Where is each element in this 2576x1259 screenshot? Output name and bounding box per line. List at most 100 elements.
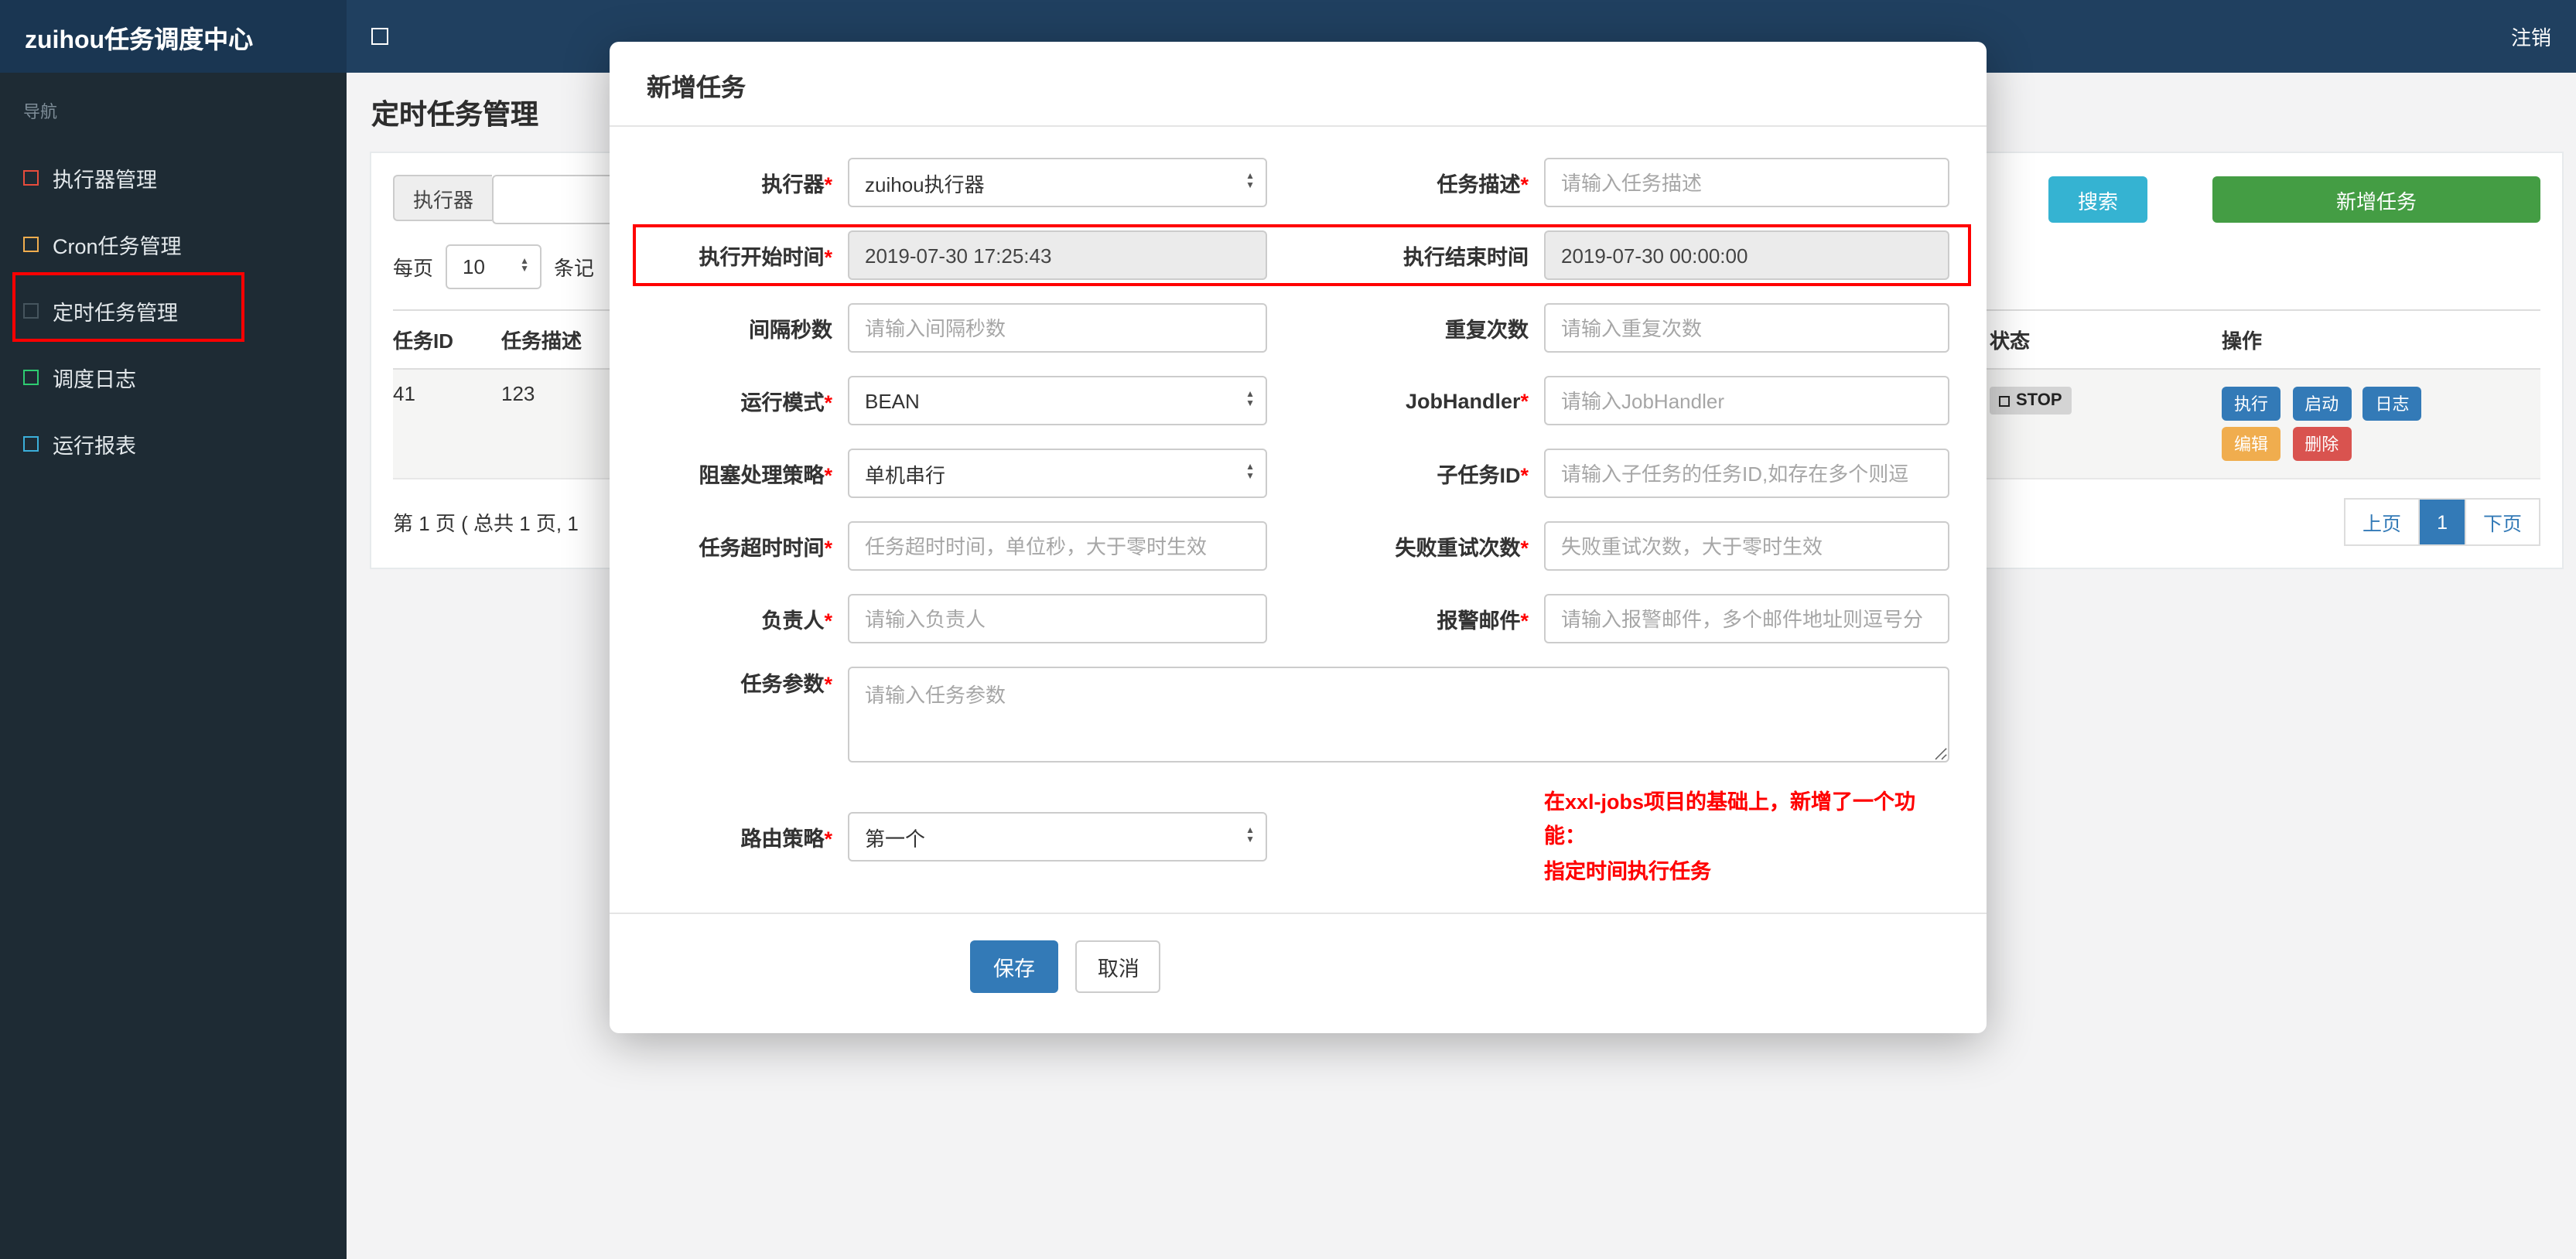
- cell-job-id: 41: [393, 382, 415, 405]
- sidebar-item-cron-jobs[interactable]: Cron任务管理: [0, 210, 347, 277]
- timeout-input[interactable]: [848, 521, 1267, 571]
- form-row: 间隔秒数 重复次数: [647, 303, 1949, 353]
- form-row: 执行器* zuihou执行器 ▲ ▼ 任务描述*: [647, 158, 1949, 207]
- select-arrows-icon: ▲▼: [1245, 827, 1255, 845]
- required-mark: *: [824, 537, 832, 560]
- run-mode-select[interactable]: BEAN ▲ ▼: [848, 376, 1267, 425]
- sidebar: 导航 执行器管理 Cron任务管理 定时任务管理 调度日志 运行报表: [0, 73, 347, 1259]
- modal-body: 执行器* zuihou执行器 ▲▼ 任务描述* 执行: [610, 127, 1987, 889]
- required-mark: *: [824, 464, 832, 487]
- run-mode-select-value: BEAN: [865, 389, 920, 412]
- alarm-email-label: 报警邮件*: [1437, 609, 1529, 633]
- job-param-textarea[interactable]: [848, 667, 1949, 763]
- search-button[interactable]: 搜索: [2048, 176, 2147, 223]
- job-desc-label: 任务描述*: [1437, 173, 1529, 196]
- square-icon: [23, 169, 39, 185]
- op-delete-button[interactable]: 删除: [2292, 427, 2352, 461]
- select-arrows-icon: ▲▼: [520, 257, 530, 275]
- add-job-modal: 新增任务 执行器* zuihou执行器 ▲ ▼ 任务描述* 请输入任务描述 执行…: [610, 42, 1987, 1033]
- per-page-select[interactable]: 10 ▲ ▼: [446, 244, 542, 289]
- block-strategy-select[interactable]: 单机串行 ▲ ▼: [848, 449, 1267, 498]
- required-mark: *: [824, 246, 832, 269]
- op-run-button[interactable]: 执行: [2222, 387, 2280, 421]
- save-button[interactable]: 保存: [970, 940, 1058, 993]
- brand-title: zuihou任务调度中心: [0, 0, 347, 73]
- required-mark: *: [824, 673, 832, 696]
- block-strategy-label: 阻塞处理策略*: [699, 464, 832, 487]
- fail-retry-label: 失败重试次数*: [1395, 537, 1529, 560]
- square-icon: [23, 435, 39, 451]
- cancel-button[interactable]: 取消: [1075, 940, 1161, 993]
- pagination-prev-button[interactable]: 上页: [2344, 498, 2421, 546]
- executor-label: 执行器*: [761, 173, 832, 196]
- executor-select-value: zuihou执行器: [865, 172, 985, 196]
- sidebar-item-executor-manage[interactable]: 执行器管理: [0, 144, 347, 210]
- start-time-label: 执行开始时间*: [699, 246, 832, 269]
- form-row: 任务参数*: [647, 667, 1949, 763]
- required-mark: *: [824, 609, 832, 633]
- required-mark: *: [1520, 173, 1529, 196]
- logout-link[interactable]: 注销: [2511, 22, 2551, 51]
- form-row-time: 执行开始时间* 执行结束时间: [633, 224, 1971, 286]
- per-page-suffix: 条记: [554, 257, 595, 280]
- header-status: 状态: [1990, 329, 2031, 353]
- sidebar-item-label: 调度日志: [53, 367, 136, 391]
- sidebar-item-run-report[interactable]: 运行报表: [0, 410, 347, 476]
- executor-select[interactable]: zuihou执行器 ▲ ▼: [848, 158, 1267, 207]
- sidebar-item-timed-jobs[interactable]: 定时任务管理: [0, 277, 347, 343]
- op-log-button[interactable]: 日志: [2362, 387, 2422, 421]
- sidebar-item-label: Cron任务管理: [53, 234, 182, 258]
- pagination-summary: 第 1 页 ( 总共 1 页, 1: [393, 512, 579, 535]
- owner-input[interactable]: [848, 594, 1267, 643]
- per-page-value: 10: [463, 255, 485, 278]
- pagination-group: 上页 1 下页: [2344, 498, 2540, 546]
- timeout-label: 任务超时时间*: [699, 537, 832, 560]
- sidebar-item-schedule-logs[interactable]: 调度日志: [0, 343, 347, 410]
- required-mark: *: [1520, 609, 1529, 633]
- route-strategy-select[interactable]: 第一个 ▲ ▼: [848, 812, 1267, 862]
- pagination-next-button[interactable]: 下页: [2464, 498, 2540, 546]
- form-row: 运行模式* BEAN ▲ ▼ JobHandler*: [647, 376, 1949, 425]
- end-time-input[interactable]: [1544, 230, 1949, 280]
- route-strategy-select-value: 第一个: [865, 827, 926, 851]
- sidebar-toggle-icon[interactable]: [371, 28, 388, 45]
- executor-filter-label: 执行器: [393, 175, 493, 221]
- owner-label: 负责人*: [761, 609, 832, 633]
- op-edit-button[interactable]: 编辑: [2222, 427, 2280, 461]
- add-job-button[interactable]: 新增任务: [2212, 176, 2540, 223]
- per-page-prefix: 每页: [393, 257, 434, 280]
- fail-retry-input[interactable]: [1544, 521, 1949, 571]
- op-start-button[interactable]: 启动: [2292, 387, 2352, 421]
- feature-note: 在xxl-jobs项目的基础上，新增了一个功能： 指定时间执行任务: [1544, 786, 1949, 889]
- cell-status: STOP: [1990, 370, 2222, 478]
- repeat-label: 重复次数: [1445, 319, 1529, 342]
- repeat-input[interactable]: [1544, 303, 1949, 353]
- alarm-email-input[interactable]: [1544, 594, 1949, 643]
- required-mark: *: [1520, 389, 1529, 412]
- form-row: 路由策略* 第一个 ▲ ▼ 在xxl-jobs项目的基础上，新增了一个功能： 指定…: [647, 786, 1949, 889]
- app: zuihou任务调度中心 注销 导航 执行器管理 Cron任务管理 定时任务管理…: [0, 0, 2576, 1259]
- square-icon: [23, 236, 39, 251]
- modal-title: 新增任务: [610, 42, 1987, 127]
- sidebar-menu: 执行器管理 Cron任务管理 定时任务管理 调度日志 运行报表: [0, 144, 347, 476]
- pagination-page-1-button[interactable]: 1: [2418, 498, 2466, 546]
- select-arrows-icon: ▲▼: [1245, 172, 1255, 190]
- run-mode-label: 运行模式*: [740, 391, 832, 415]
- job-param-label: 任务参数*: [740, 673, 832, 696]
- sidebar-item-label: 运行报表: [53, 434, 136, 457]
- child-job-input[interactable]: [1544, 449, 1949, 498]
- sidebar-nav-label: 导航: [23, 104, 57, 122]
- start-time-input[interactable]: [848, 230, 1267, 280]
- job-desc-input[interactable]: [1544, 158, 1949, 207]
- interval-input[interactable]: [848, 303, 1267, 353]
- select-arrows-icon: ▲▼: [1245, 391, 1255, 408]
- job-handler-input[interactable]: [1544, 376, 1949, 425]
- stop-square-icon: [1999, 395, 2010, 406]
- square-icon: [23, 302, 39, 318]
- select-arrows-icon: ▲▼: [1245, 463, 1255, 481]
- form-row: 负责人* 报警邮件*: [647, 594, 1949, 643]
- block-strategy-select-value: 单机串行: [865, 463, 946, 486]
- sidebar-item-label: 执行器管理: [53, 168, 157, 191]
- header-job-id: 任务ID: [393, 329, 454, 353]
- header-operations: 操作: [2222, 329, 2263, 353]
